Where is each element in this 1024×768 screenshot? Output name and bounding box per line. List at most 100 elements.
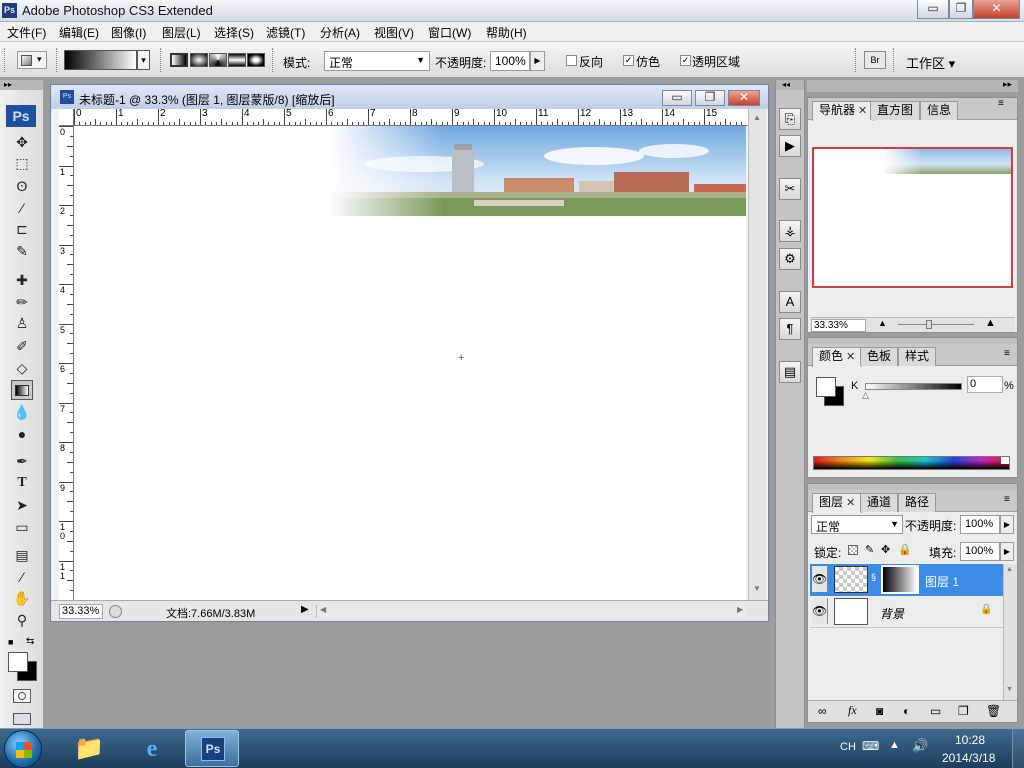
notes-tool-icon[interactable]: ▤ (11, 545, 33, 565)
magic-wand-tool-icon[interactable]: ⁄ (11, 198, 33, 218)
photoshop-logo-icon[interactable]: Ps (6, 105, 36, 127)
menu-select[interactable]: 选择(S) (214, 24, 254, 41)
doc-restore-button[interactable]: ❐ (695, 90, 725, 106)
layer-row[interactable]: 👁 背景 🔒 (810, 596, 1003, 628)
menu-layer[interactable]: 图层(L) (162, 24, 201, 41)
file-explorer-icon[interactable]: 📁 (64, 731, 114, 767)
tab-styles[interactable]: 样式 (898, 347, 937, 366)
new-group-icon[interactable]: ▭ (930, 704, 941, 718)
menu-help[interactable]: 帮助(H) (486, 24, 527, 41)
scroll-down-icon[interactable]: ▼ (1006, 686, 1013, 693)
layer-name[interactable]: 图层 1 (925, 573, 959, 590)
clone-stamp-icon[interactable]: ♙ (11, 313, 33, 333)
k-slider[interactable] (865, 383, 962, 390)
menu-filter[interactable]: 滤镜(T) (266, 24, 305, 41)
opacity-input[interactable]: 100% (490, 51, 530, 71)
link-icon[interactable]: § (871, 572, 876, 582)
lock-position-icon[interactable]: ✥ (881, 543, 890, 556)
tab-layers[interactable]: 图层 ✕ (812, 493, 863, 513)
actions-panel-icon[interactable]: ▶ (779, 135, 801, 157)
close-button[interactable]: ✕ (973, 0, 1020, 19)
start-button[interactable] (4, 730, 42, 768)
character-panel-icon[interactable]: A (779, 291, 801, 313)
workspace-button[interactable]: 工作区 ▾ (906, 53, 955, 72)
hand-tool-icon[interactable]: ✋ (11, 588, 33, 608)
rectangle-tool-icon[interactable]: ▭ (11, 517, 33, 537)
close-icon[interactable]: ✕ (846, 351, 855, 363)
menu-file[interactable]: 文件(F) (7, 24, 46, 41)
zoom-slider-thumb[interactable] (926, 320, 932, 329)
layer-opacity-arrow-icon[interactable]: ▶ (1000, 515, 1014, 534)
dock-collapse-icon[interactable]: ◂◂ (776, 80, 804, 90)
canvas[interactable]: + (74, 126, 746, 600)
new-layer-icon[interactable]: ❐ (958, 704, 969, 718)
eye-icon[interactable]: 👁 (812, 598, 828, 624)
default-colors-icon[interactable]: ■ (8, 637, 13, 647)
gradient-tool-icon[interactable] (11, 380, 33, 400)
restore-button[interactable]: ❐ (949, 0, 973, 19)
color-foreground-swatch[interactable] (816, 377, 836, 397)
slice-tool-icon[interactable]: ✎ (11, 241, 33, 261)
angle-gradient-icon[interactable] (209, 53, 227, 67)
healing-brush-icon[interactable]: ✚ (11, 270, 33, 290)
scroll-up-icon[interactable]: ▲ (753, 113, 761, 122)
status-icon[interactable] (109, 605, 122, 618)
vertical-scrollbar[interactable]: ▲ ▼ (748, 109, 766, 600)
gradient-dropdown-arrow-icon[interactable]: ▾ (137, 50, 150, 70)
layer-comps-icon[interactable]: ▤ (779, 361, 801, 383)
zoom-slider[interactable] (898, 324, 974, 325)
navigator-zoom-field[interactable]: 33.33% (811, 319, 866, 332)
scroll-down-icon[interactable]: ▼ (753, 584, 761, 593)
tab-swatches[interactable]: 色板 (860, 347, 899, 366)
tab-channels[interactable]: 通道 (860, 493, 899, 512)
lock-transparency-icon[interactable] (848, 545, 858, 555)
foreground-color-swatch[interactable] (8, 652, 28, 672)
menu-view[interactable]: 视图(V) (374, 24, 414, 41)
internet-explorer-icon[interactable]: e (127, 731, 177, 767)
lasso-tool-icon[interactable]: ʘ (11, 176, 33, 196)
tool-preset-picker[interactable]: ▾ (17, 51, 47, 69)
close-icon[interactable]: ✕ (858, 105, 867, 117)
menu-analysis[interactable]: 分析(A) (320, 24, 360, 41)
document-window[interactable]: Ps 未标题-1 @ 33.3% (图层 1, 图层蒙版/8) [缩放后] ▭ … (50, 84, 769, 622)
show-desktop-button[interactable] (1012, 729, 1024, 768)
path-selection-icon[interactable]: ➤ (11, 495, 33, 515)
pen-tool-icon[interactable]: ✒ (11, 451, 33, 471)
eye-icon[interactable]: 👁 (812, 566, 828, 592)
lock-all-icon[interactable]: 🔒 (898, 543, 912, 556)
eyedropper-tool-icon[interactable]: ⁄ (11, 567, 33, 587)
link-layers-icon[interactable]: ∞ (818, 704, 827, 718)
zoom-out-icon[interactable]: ▲ (878, 318, 887, 328)
lock-pixels-icon[interactable]: ✎ (865, 543, 874, 556)
screen-mode-icon[interactable] (13, 713, 31, 725)
clock-time[interactable]: 10:28 (955, 733, 985, 747)
minimize-button[interactable]: ▭ (917, 0, 949, 19)
adjustment-layer-icon[interactable]: ◐ (903, 704, 910, 718)
status-menu-arrow-icon[interactable]: ▶ (301, 604, 309, 615)
fill-arrow-icon[interactable]: ▶ (1000, 542, 1014, 561)
history-brush-icon[interactable]: ✐ (11, 336, 33, 356)
measurement-log-icon[interactable]: ⚙ (779, 248, 801, 270)
clone-source-icon[interactable]: ⚶ (779, 220, 801, 242)
panel-menu-icon[interactable]: ≡ (1004, 348, 1010, 359)
bridge-icon[interactable]: Br (864, 51, 886, 69)
layer-row[interactable]: 👁 § 图层 1 (810, 564, 1003, 596)
tab-color[interactable]: 颜色 ✕ (812, 347, 863, 367)
panel-menu-icon[interactable]: ≡ (1004, 494, 1010, 505)
scroll-right-icon[interactable]: ▶ (737, 605, 743, 614)
paragraph-panel-icon[interactable]: ¶ (779, 318, 801, 340)
close-icon[interactable]: ✕ (846, 497, 855, 509)
move-tool-icon[interactable]: ✥ (11, 132, 33, 152)
opacity-slider-arrow-icon[interactable]: ▶ (530, 51, 545, 71)
radial-gradient-icon[interactable] (190, 53, 208, 67)
transparency-checkbox[interactable]: ✓ (680, 55, 691, 66)
keyboard-icon[interactable]: ⌨ (862, 739, 879, 753)
dither-checkbox[interactable]: ✓ (623, 55, 634, 66)
add-mask-icon[interactable]: ◙ (876, 704, 883, 718)
navigator-proxy-preview[interactable] (812, 147, 1013, 288)
tool-presets-icon[interactable]: ✂ (779, 178, 801, 200)
doc-close-button[interactable]: ✕ (728, 90, 760, 106)
fill-input[interactable]: 100% (960, 542, 1000, 561)
options-grip[interactable] (4, 48, 5, 72)
mode-select[interactable]: 正常 ▼ (324, 51, 430, 71)
